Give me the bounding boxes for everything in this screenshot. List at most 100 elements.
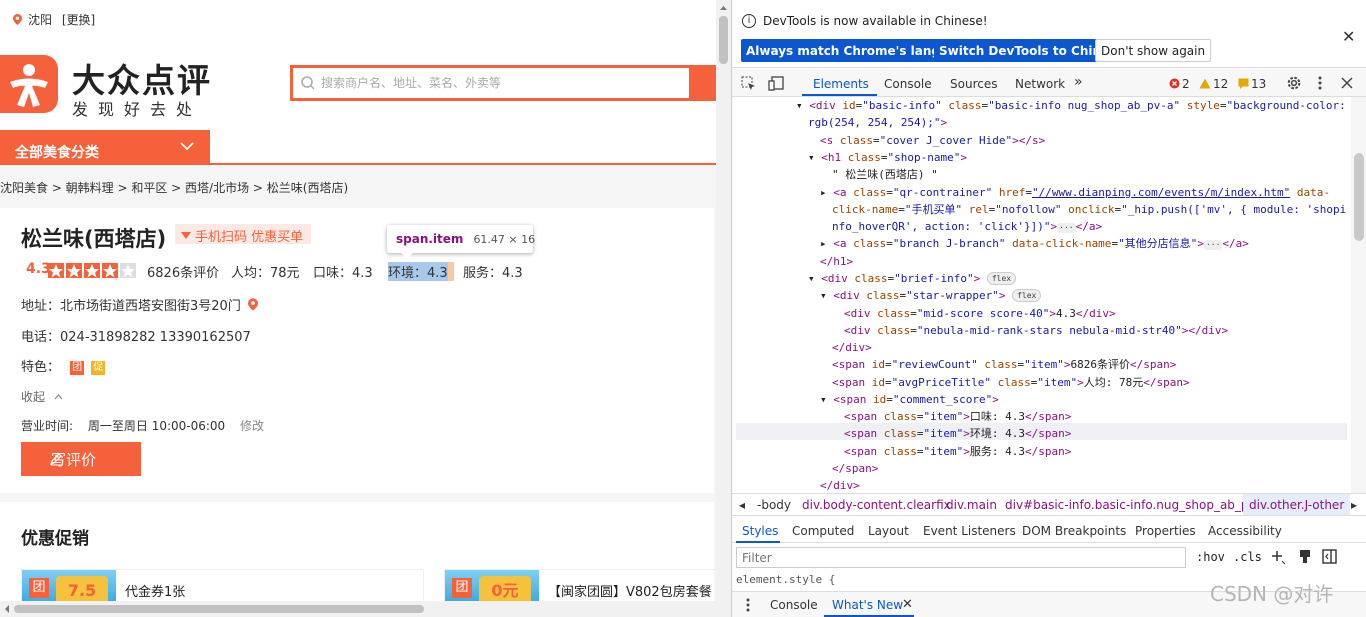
tab-styles[interactable]: Styles [742,524,778,538]
horizontal-scroll-thumb[interactable] [14,605,424,613]
issue-count-value: 13 [1251,77,1267,91]
tab-computed[interactable]: Computed [792,524,854,538]
dom-breadcrumb-item[interactable]: div.main [946,498,997,512]
search-button[interactable] [692,65,716,101]
breadcrumb-scroll-right-icon[interactable]: ▸ [1351,498,1357,512]
warning-count-value: 12 [1213,77,1229,91]
group-buy-tag[interactable]: 团 [70,361,85,375]
dom-node[interactable]: ▾ <span id="comment_score"> [820,391,999,408]
inspect-element-icon[interactable] [741,76,756,91]
dom-node[interactable]: </div> [832,339,872,356]
dom-node[interactable]: " 松兰味(西塔店) " [832,166,938,183]
dom-node[interactable]: <span id="avgPriceTitle" class="item">人均… [832,374,1190,391]
tab-dom-breakpoints[interactable]: DOM Breakpoints [1022,524,1126,538]
sidebar-toggle-icon[interactable] [1322,549,1337,564]
dom-node[interactable]: </div> [820,477,860,493]
breadcrumb-scroll-left-icon[interactable]: ◂ [739,498,745,512]
dont-show-again-button[interactable]: Don't show again [1095,39,1212,62]
search-icon [301,76,315,90]
tab-event-listeners[interactable]: Event Listeners [923,524,1016,538]
dom-node[interactable]: <span class="item">服务: 4.3</span> [844,443,1071,460]
dom-node[interactable]: ▸ <a class="branch J-branch" data-click-… [820,235,1249,252]
more-tabs-icon[interactable]: » [1074,74,1083,90]
dom-node[interactable]: </h1> [820,253,853,270]
scroll-left-icon[interactable] [2,601,12,617]
dom-tree-scroll-thumb[interactable] [1354,153,1364,241]
dom-tree[interactable]: ▾ <div id="basic-info" class="basic-info… [732,97,1352,493]
more-options-icon[interactable] [1318,76,1322,90]
devtools-tab-bar: Elements Console Sources Network » 2 12 … [732,69,1366,97]
tab-accessibility[interactable]: Accessibility [1208,524,1282,538]
review-count[interactable]: 6826条评价 [147,262,219,281]
caret-down-icon [181,232,191,239]
drawer-tab-console[interactable]: Console [770,598,818,612]
dom-breadcrumb-item-current[interactable]: div.other.J-other [1243,494,1351,515]
dom-breadcrumb-bar: ◂ -body div.body-content.clearfix div.ma… [732,493,1366,516]
star-empty-icon [120,263,136,278]
dom-node[interactable]: rgb(254, 254, 254);"> [808,114,947,131]
drawer-menu-icon[interactable] [746,598,750,612]
location-pin-icon [13,14,22,25]
new-style-rule-icon[interactable] [1270,549,1286,565]
dom-node[interactable]: ▾ <div class="brief-info"> flex [808,270,1017,287]
tab-properties[interactable]: Properties [1135,524,1196,538]
avg-price: 人均：78元 [231,266,300,281]
dom-node[interactable]: <s class="cover J_cover Hide"></s> [820,132,1045,149]
vertical-scroll-thumb[interactable] [719,16,728,64]
qr-promo-badge[interactable]: 手机扫码 优惠买单 [175,224,312,245]
tab-layout[interactable]: Layout [868,524,909,538]
scroll-up-icon[interactable] [716,2,731,14]
dom-node[interactable]: ▾ <h1 class="shop-name"> [808,149,967,166]
dom-node[interactable]: ▾ <div id="basic-info" class="basic-info… [796,97,1346,114]
dom-tree-scrollbar[interactable] [1351,97,1366,493]
tab-network[interactable]: Network [1015,77,1065,91]
drawer-tab-whats-new[interactable]: What's New [832,598,903,612]
issue-count[interactable]: 13 [1238,77,1266,91]
close-whats-new-icon[interactable]: ✕ [902,597,913,612]
hover-state-toggle[interactable]: :hov [1196,550,1225,564]
dom-node[interactable]: </span> [832,460,878,477]
styles-filter-input[interactable] [736,547,1186,568]
page-vertical-scrollbar[interactable] [716,0,731,617]
dom-breadcrumb-item[interactable]: -body [757,498,791,512]
promo-title: 【闽家团圆】V802包房套餐 [548,585,712,600]
pencil-icon [50,453,62,466]
dom-node[interactable]: <span class="item">环境: 4.3</span> [844,425,1071,442]
settings-gear-icon[interactable] [1286,75,1302,91]
paint-brush-icon[interactable] [1298,549,1312,564]
tab-elements[interactable]: Elements [813,77,869,91]
tooltip-selector: span.item [396,232,464,246]
dom-node[interactable]: <span id="reviewCount" class="item">6826… [832,356,1176,373]
promotion-tag[interactable]: 促 [91,361,106,375]
search-input[interactable] [321,73,681,93]
dom-node[interactable]: <span class="item">口味: 4.3</span> [844,408,1071,425]
close-devtools-icon[interactable] [1341,77,1353,89]
warning-count[interactable]: 12 [1199,77,1228,91]
collapse-toggle[interactable]: 收起 [21,388,63,405]
dom-breadcrumb-item[interactable]: div.body-content.clearfix [802,498,951,512]
element-style-rule[interactable]: element.style { [736,573,835,586]
dianping-logo-icon[interactable] [0,55,58,113]
dom-node[interactable]: nfo_hoverQR', action: 'click'}])"> ··· </a… [832,218,1102,235]
switch-city-link[interactable]: [更换] [62,13,95,27]
class-toggle[interactable]: .cls [1233,550,1262,564]
dom-node[interactable]: ▾ <div class="star-wrapper"> flex [820,287,1042,304]
edit-hours-link[interactable]: 修改 [240,419,264,433]
dom-node[interactable]: click-name="手机买单" rel="nofollow" onclick… [832,201,1346,218]
notice-text: DevTools is now available in Chinese! [763,14,988,28]
map-pin-icon[interactable] [247,298,258,311]
breadcrumb[interactable]: 沈阳美食 > 朝韩料理 > 和平区 > 西塔/北市场 > 松兰味(西塔店) [0,179,348,196]
error-count[interactable]: 2 [1169,77,1190,91]
city-selector[interactable]: 沈阳 [更换] [13,11,95,28]
write-review-button[interactable]: 写评价 [21,442,141,476]
dom-breadcrumb-item[interactable]: div#basic-info.basic-info.nug_shop_ab_pv… [1005,498,1267,512]
dom-node[interactable]: <div class="nebula-mid-rank-stars nebula… [844,322,1228,339]
tab-console[interactable]: Console [884,77,932,91]
dom-node[interactable]: <div class="mid-score score-40">4.3</div… [844,305,1116,322]
tab-sources[interactable]: Sources [950,77,997,91]
device-toolbar-icon[interactable] [768,76,784,91]
dom-node[interactable]: ▸ <a class="qr-contrainer" href="//www.d… [820,184,1330,201]
close-notice-icon[interactable]: ✕ [1342,27,1355,46]
all-food-category-button[interactable]: 全部美食分类 [0,130,210,165]
horizontal-scrollbar[interactable] [0,601,716,617]
